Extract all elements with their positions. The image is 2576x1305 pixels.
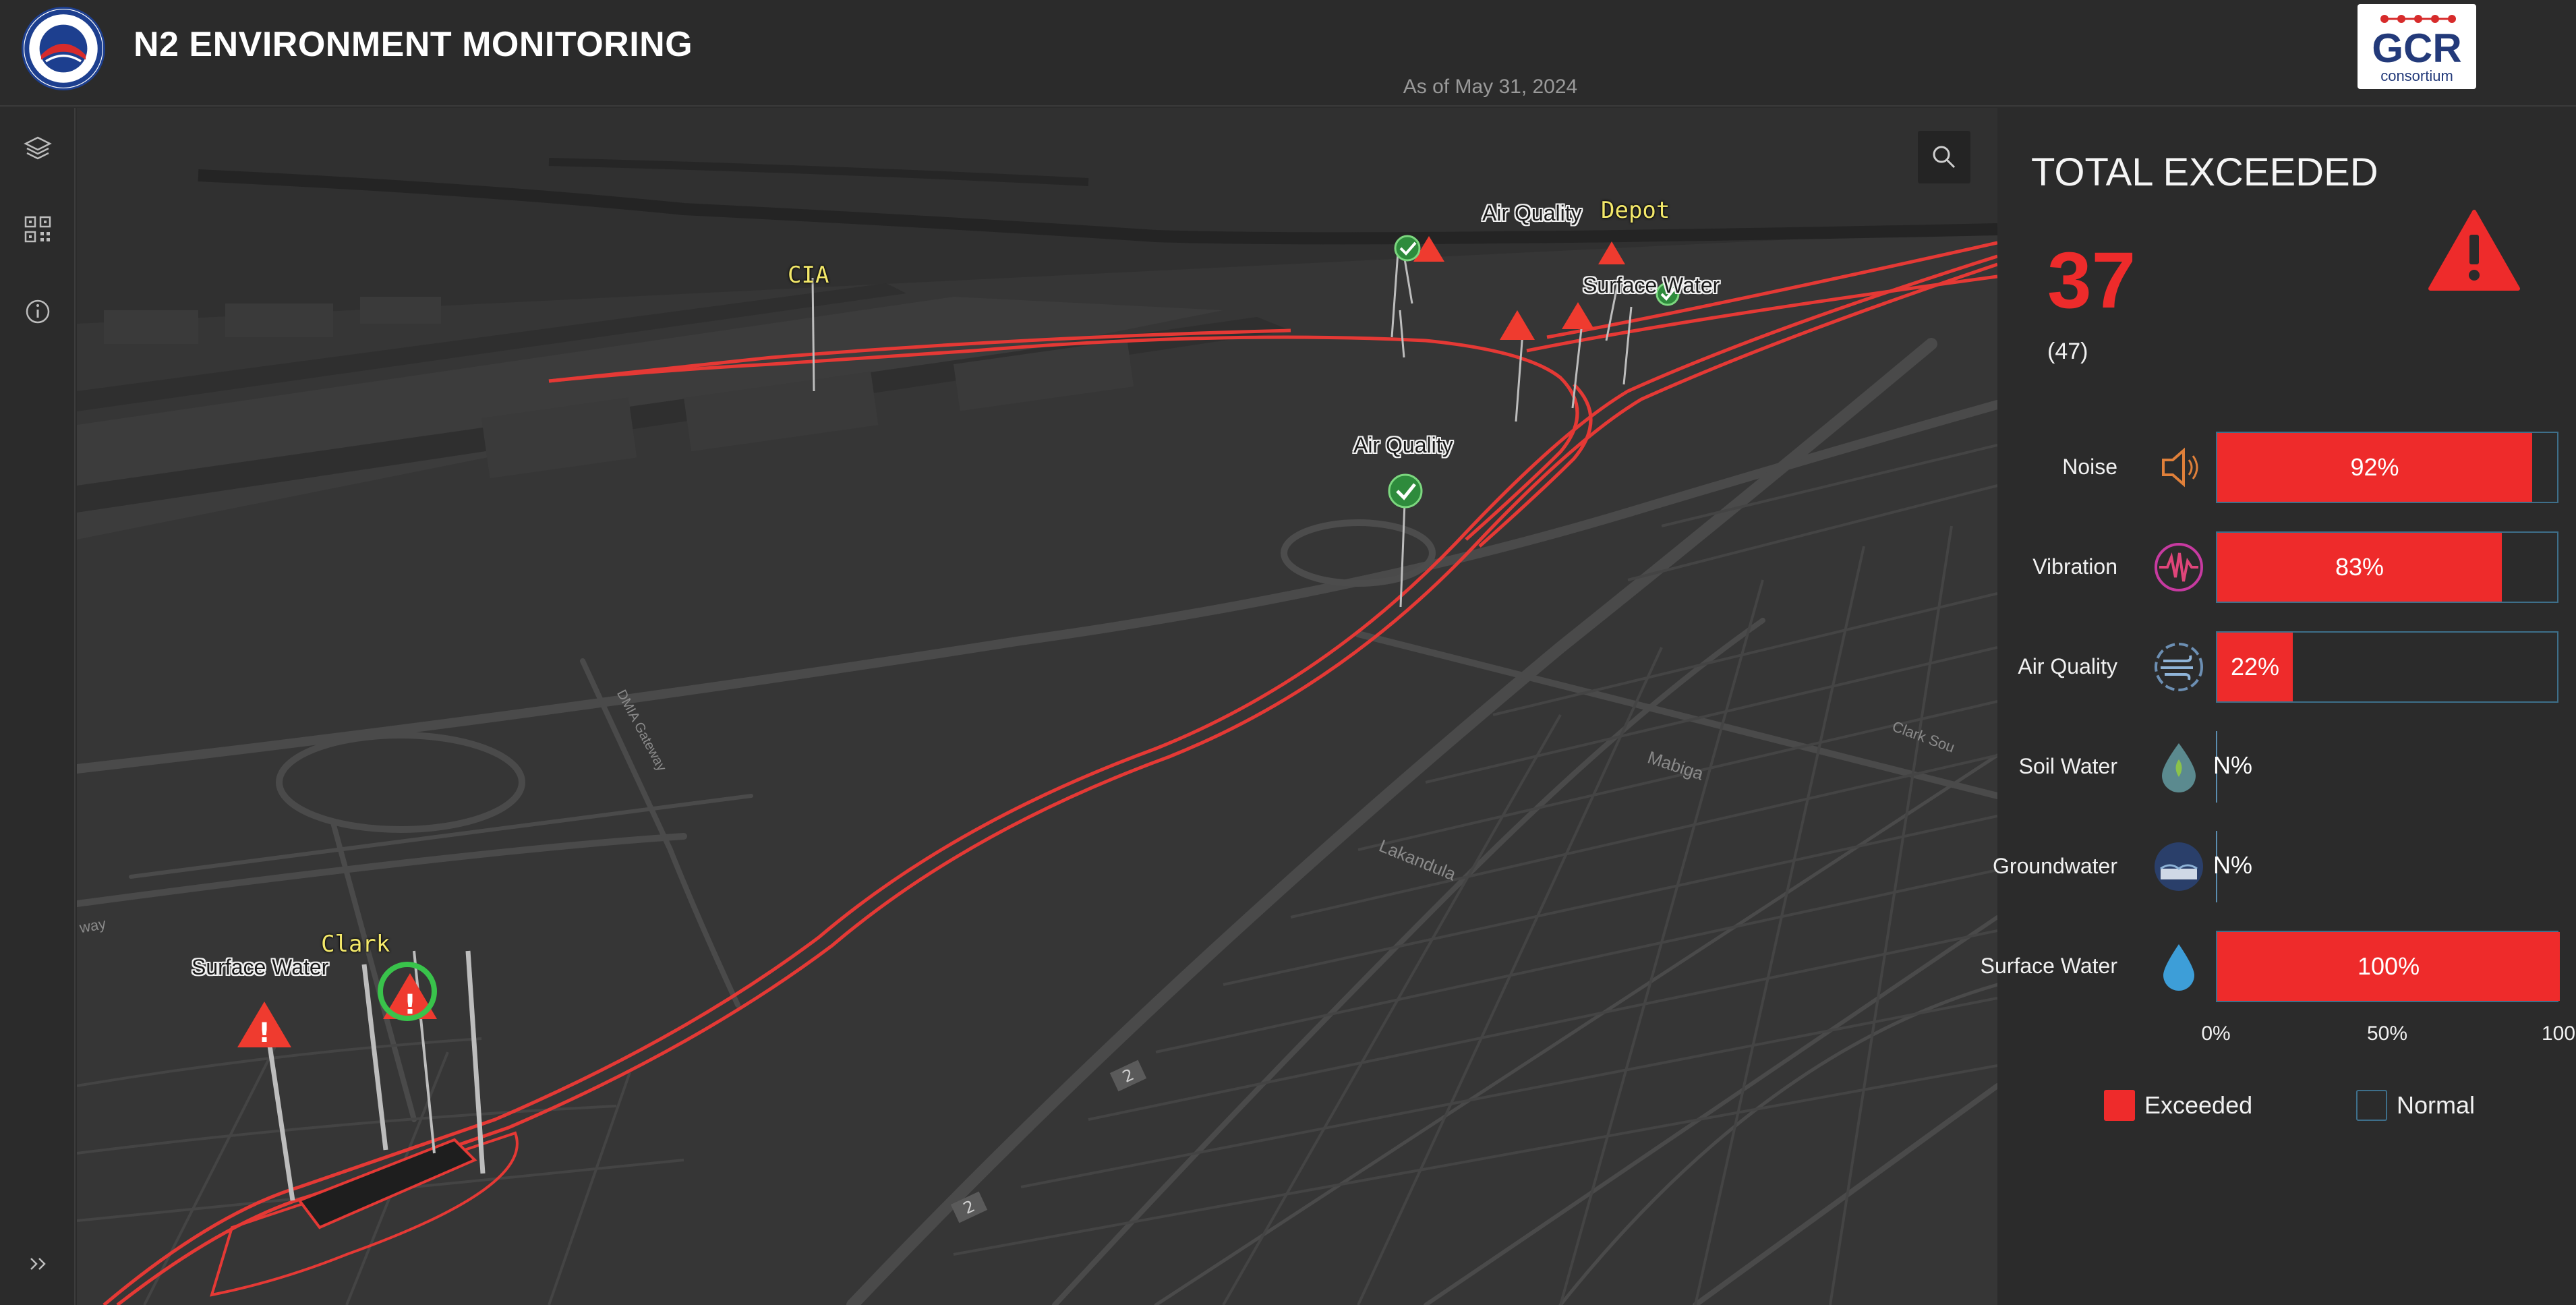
info-icon	[26, 299, 50, 324]
legend-swatch-exceeded	[2104, 1090, 2135, 1121]
info-button[interactable]	[15, 289, 61, 335]
app-title: N2 ENVIRONMENT MONITORING	[134, 25, 693, 64]
bar-value-label: N%	[2213, 851, 2253, 879]
bar-row: Air Quality 22%	[1999, 631, 2576, 703]
category-label: Air Quality	[2018, 654, 2117, 678]
legend-label: Exceeded	[2144, 1091, 2253, 1119]
legend-label: Normal	[2397, 1091, 2476, 1119]
summary-panel: TOTAL EXCEEDED 37 (47) Noise 92% Vibration…	[1981, 108, 2576, 1305]
soil-water-icon	[2162, 743, 2196, 792]
gcr-logo-text: GCR	[2372, 26, 2461, 71]
warning-icon	[2428, 210, 2520, 291]
legend-swatch-normal	[2356, 1090, 2387, 1121]
bar-track[interactable]: 100%	[2216, 931, 2560, 1002]
bar-row: Noise 92%	[1999, 432, 2576, 503]
total-exceeded-value: 37	[2047, 236, 2136, 325]
gcr-consortium-logo: GCR consortium	[2358, 4, 2476, 89]
cia-label: CIA	[788, 262, 829, 289]
x-tick: 0%	[2201, 1022, 2231, 1045]
app-header: N2 ENVIRONMENT MONITORING As of May 31, …	[0, 0, 2576, 107]
surface-water-label: Surface Water	[192, 955, 329, 979]
expand-panel-button[interactable]	[15, 1241, 61, 1287]
map-search-button[interactable]	[1918, 131, 1970, 183]
bar-track[interactable]: 22%	[2216, 631, 2558, 703]
category-label: Soil Water	[2018, 754, 2117, 778]
gcr-logo-sub: consortium	[2380, 67, 2453, 84]
wind-icon	[2155, 643, 2203, 691]
bar-value-label: N%	[2213, 751, 2253, 779]
air-quality-label: Air Quality	[1353, 433, 1453, 457]
legend-normal[interactable]: Normal	[2356, 1090, 2475, 1121]
bar-row: Vibration 83%	[1999, 531, 2576, 603]
vibration-icon	[2155, 543, 2203, 591]
bar-track[interactable]: 92%	[2216, 432, 2558, 503]
as-of-date: As of May 31, 2024	[1403, 76, 1578, 98]
category-label: Surface Water	[1980, 954, 2117, 978]
qr-code-button[interactable]	[15, 206, 61, 252]
expand-icon	[30, 1258, 46, 1270]
map-view[interactable]: 2 2 ! ! CIA Depot Clark Air Quality Surf…	[77, 108, 1997, 1305]
bar-row: Groundwater N%	[1993, 831, 2576, 902]
bar-value-label: 83%	[2335, 553, 2384, 581]
bar-row: Soil Water N%	[1999, 731, 2576, 803]
bar-row: Surface Water 100%	[1981, 931, 2576, 1002]
depot-label: Depot	[1601, 197, 1670, 224]
total-count: (47)	[2047, 339, 2088, 364]
layers-button[interactable]	[15, 125, 61, 171]
bar-value-label: 22%	[2231, 653, 2280, 680]
water-drop-icon	[2163, 944, 2194, 991]
speaker-icon	[2162, 447, 2198, 488]
category-label: Groundwater	[1993, 854, 2117, 878]
bar-value-label: 100%	[2358, 952, 2420, 980]
svg-text:!: !	[258, 1018, 270, 1049]
left-toolbar	[0, 108, 76, 1305]
surface-water-label: Surface Water	[1583, 273, 1720, 297]
air-quality-label: Air Quality	[1482, 201, 1582, 225]
panel-title: TOTAL EXCEEDED	[2031, 150, 2378, 194]
search-icon	[1933, 146, 1956, 169]
qr-code-icon	[24, 216, 51, 243]
layers-icon	[24, 136, 52, 160]
bar-value-label: 92%	[2350, 453, 2399, 481]
bar-track[interactable]: 83%	[2216, 531, 2558, 603]
category-label: Vibration	[2032, 554, 2117, 579]
dotr-seal-logo	[22, 7, 105, 90]
category-label: Noise	[2062, 455, 2117, 479]
x-tick: 100	[2541, 1022, 2576, 1045]
clark-label: Clark	[321, 931, 390, 958]
x-tick: 50%	[2366, 1022, 2408, 1045]
chart-legend: Exceeded Normal	[1999, 1090, 2576, 1130]
x-axis-ticks: 0% 50% 100	[1999, 1022, 2576, 1049]
legend-exceeded[interactable]: Exceeded	[2104, 1090, 2252, 1121]
groundwater-icon	[2155, 842, 2203, 891]
